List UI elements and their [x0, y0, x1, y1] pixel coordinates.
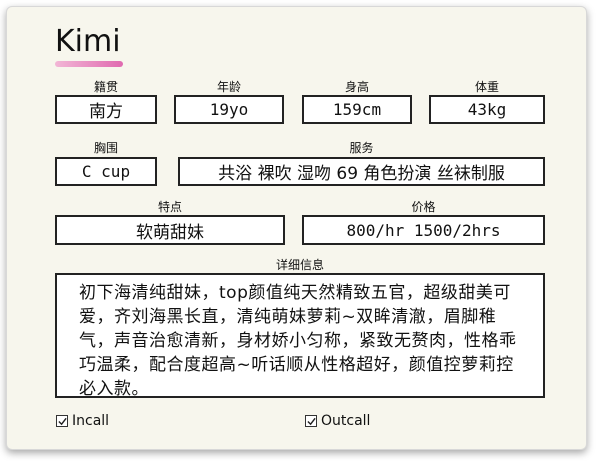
outcall-label: Outcall [321, 413, 371, 429]
title-underline [55, 61, 123, 67]
weight-field[interactable]: 43kg [429, 95, 545, 124]
origin-field[interactable]: 南方 [55, 95, 157, 124]
bust-field[interactable]: C cup [55, 157, 157, 186]
outcall-checkbox[interactable] [305, 415, 317, 427]
age-field[interactable]: 19yo [174, 95, 284, 124]
checkmark-icon [57, 417, 67, 425]
weight-label: 体重 [474, 80, 499, 94]
price-field[interactable]: 800/hr 1500/2hrs [302, 215, 545, 245]
checkmark-icon [306, 417, 316, 425]
services-label: 服务 [349, 141, 374, 155]
incall-option[interactable]: Incall [56, 413, 109, 429]
details-textarea[interactable]: 初下海清纯甜妹，top颜值纯天然精致五官，超级甜美可爱，齐刘海黑长直，清纯萌妹萝… [55, 273, 545, 399]
price-label: 价格 [411, 200, 436, 214]
outcall-option[interactable]: Outcall [305, 413, 370, 429]
incall-label: Incall [72, 413, 110, 429]
services-field[interactable]: 共浴 裸吹 湿吻 69 角色扮演 丝袜制服 [178, 157, 545, 186]
height-label: 身高 [344, 80, 369, 94]
profile-name: Kimi [55, 24, 121, 59]
height-field[interactable]: 159cm [302, 95, 412, 124]
traits-field[interactable]: 软萌甜妹 [55, 215, 285, 245]
bust-label: 胸围 [93, 141, 118, 155]
traits-label: 特点 [157, 200, 182, 214]
incall-checkbox[interactable] [56, 415, 68, 427]
age-label: 年龄 [216, 80, 241, 94]
origin-label: 籍贯 [93, 80, 118, 94]
details-label: 详细信息 [275, 258, 324, 272]
